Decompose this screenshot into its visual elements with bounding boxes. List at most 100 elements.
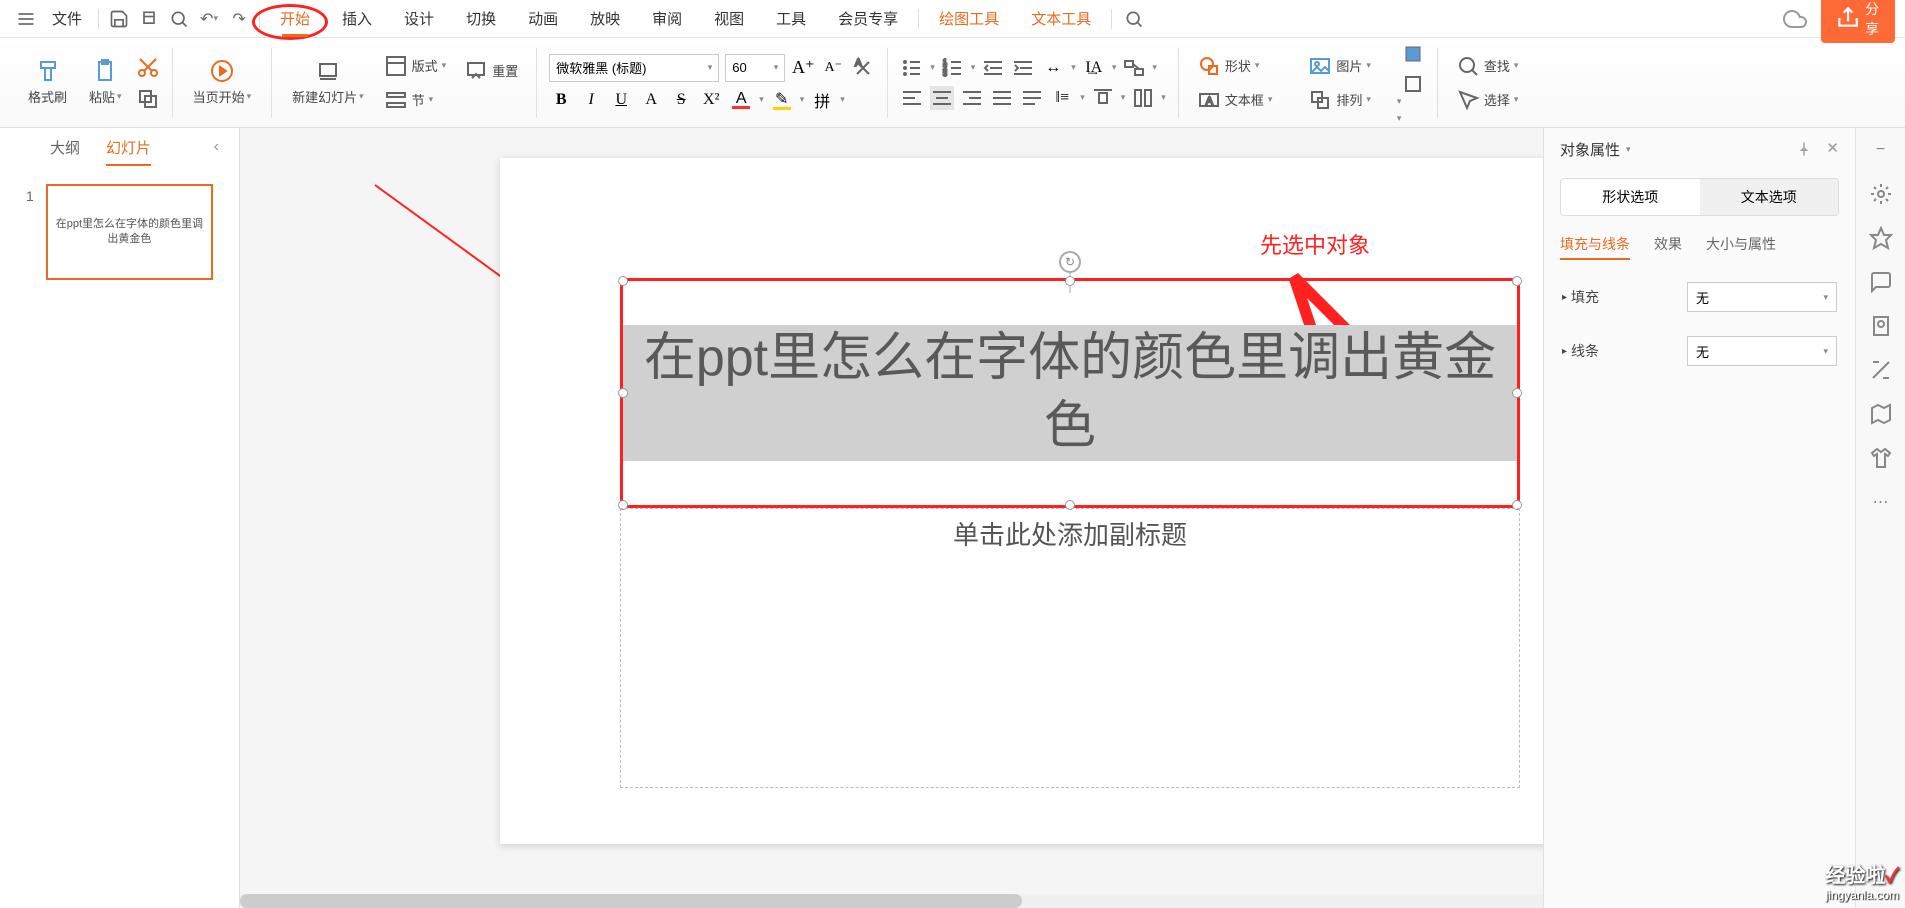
pinyin-button[interactable]: 拼 [810,88,834,112]
sidebar-skew-icon[interactable] [1869,358,1893,382]
clear-format-icon[interactable]: A [851,56,875,80]
line-spacing-icon[interactable]: ‖≡ [1050,86,1074,110]
dropdown-icon[interactable]: ▾ [759,94,764,105]
slide-thumbnail[interactable]: 1 在ppt里怎么在字体的颜色里调出黄金色 [26,184,213,280]
sidebar-map-icon[interactable] [1869,402,1893,426]
sidebar-shirt-icon[interactable] [1869,446,1893,470]
numbering-icon[interactable]: 123 [941,56,965,80]
increase-indent-icon[interactable] [1011,56,1035,80]
highlight-button[interactable]: ✎ [770,88,794,112]
picture-button[interactable]: 图片▾ [1302,52,1377,80]
section-button[interactable]: 节▾ [378,86,453,114]
dropdown-icon[interactable]: ▾ [1397,113,1425,124]
superscript-button[interactable]: X² [699,88,723,112]
font-size-select[interactable]: 60▾ [725,54,785,82]
sidebar-chat-icon[interactable] [1869,270,1893,294]
font-name-select[interactable]: 微软雅黑 (标题)▾ [549,54,719,82]
fill-select[interactable]: 无▾ [1687,282,1837,312]
tab-tools[interactable]: 工具 [760,2,822,35]
sidebar-clip-icon[interactable] [1869,314,1893,338]
copy-icon[interactable] [136,87,160,111]
tab-slideshow[interactable]: 放映 [574,2,636,35]
char-spacing-icon[interactable]: ↔ [1041,56,1065,80]
save-icon[interactable] [109,9,129,29]
collapse-icon[interactable]: ‹ [214,138,219,156]
shape-outline-icon[interactable] [1401,72,1425,96]
tab-view[interactable]: 视图 [698,2,760,35]
sidebar-settings-icon[interactable] [1869,182,1893,206]
cut-icon[interactable] [136,55,160,79]
menu-icon[interactable] [16,9,36,29]
shape-button[interactable]: 形状▾ [1191,52,1266,80]
valign-top-icon[interactable] [1091,86,1115,110]
resize-handle[interactable] [618,276,628,286]
title-text[interactable]: 在ppt里怎么在字体的颜色里调出黄金色 [623,281,1517,505]
from-current-button[interactable]: 当页开始▾ [185,57,260,108]
align-right-icon[interactable] [960,86,984,110]
fill-line-tab[interactable]: 填充与线条 [1560,234,1630,260]
tab-start[interactable]: 开始 [264,2,326,35]
bold-button[interactable]: B [549,88,573,112]
tab-drawing-tools[interactable]: 绘图工具 [923,2,1015,35]
search-icon[interactable] [1124,9,1144,29]
print-icon[interactable] [139,9,159,29]
resize-handle[interactable] [618,388,628,398]
decrease-indent-icon[interactable] [981,56,1005,80]
align-distribute-icon[interactable] [1020,86,1044,110]
undo-icon[interactable]: ↶▾ [199,9,219,29]
canvas-area[interactable]: 先选中对象 ↻ 在ppt里怎么在字体的颜色里调出黄金色 单击此处添加副标题 − [240,128,1543,908]
align-justify-icon[interactable] [990,86,1014,110]
effects-tab[interactable]: 效果 [1654,234,1682,260]
resize-handle[interactable] [1065,276,1075,286]
h-scrollbar[interactable] [240,894,1543,908]
find-button[interactable]: 查找▾ [1450,52,1525,80]
share-button[interactable]: 分享 [1821,0,1895,43]
tab-design[interactable]: 设计 [388,2,450,35]
outline-tab[interactable]: 大纲 [50,137,80,158]
tab-review[interactable]: 审阅 [636,2,698,35]
tab-animation[interactable]: 动画 [512,2,574,35]
resize-handle[interactable] [1512,276,1522,286]
arrange-button[interactable]: 排列▾ [1302,86,1377,114]
textbox-button[interactable]: A文本框▾ [1191,86,1279,114]
line-select[interactable]: 无▾ [1687,336,1837,366]
shadow-button[interactable]: A [639,88,663,112]
sidebar-more-icon[interactable]: ⋯ [1869,490,1893,514]
reset-button[interactable]: 重置 [458,56,524,84]
cloud-sync-icon[interactable] [1779,7,1811,31]
tab-transition[interactable]: 切换 [450,2,512,35]
align-center-icon[interactable] [930,86,954,110]
subtitle-textbox[interactable]: 单击此处添加副标题 [620,508,1520,788]
collapse-right-icon[interactable]: − [1869,138,1893,162]
slide[interactable]: 先选中对象 ↻ 在ppt里怎么在字体的颜色里调出黄金色 单击此处添加副标题 − [500,158,1543,844]
paste-button[interactable]: 粘贴▾ [81,57,130,108]
decrease-font-icon[interactable]: A⁻ [821,56,845,80]
file-menu[interactable]: 文件 [46,2,88,35]
font-color-button[interactable]: A [729,88,753,112]
dropdown-icon[interactable]: ▾ [800,94,805,105]
shape-options-tab[interactable]: 形状选项 [1561,179,1700,215]
print-preview-icon[interactable] [169,9,189,29]
shape-fill-icon[interactable] [1401,42,1425,66]
tab-member[interactable]: 会员专享 [822,2,914,35]
redo-icon[interactable]: ↷ [229,9,249,29]
format-painter-button[interactable]: 格式刷 [20,57,75,108]
dropdown-icon[interactable]: ▾ [840,94,845,105]
slides-tab[interactable]: 幻灯片 [106,137,151,158]
text-options-tab[interactable]: 文本选项 [1700,179,1839,215]
bullets-icon[interactable] [900,56,924,80]
layout-button[interactable]: 版式▾ [378,52,453,80]
rotate-handle[interactable]: ↻ [1059,251,1081,273]
text-direction-icon[interactable]: I͢A [1082,56,1106,80]
resize-handle[interactable] [1512,388,1522,398]
smartart-icon[interactable] [1122,56,1146,80]
tab-insert[interactable]: 插入 [326,2,388,35]
title-textbox[interactable]: ↻ 在ppt里怎么在字体的颜色里调出黄金色 [620,278,1520,508]
strike-button[interactable]: S [669,88,693,112]
new-slide-button[interactable]: 新建幻灯片▾ [284,57,372,108]
tab-text-tools[interactable]: 文本工具 [1015,2,1107,35]
columns-icon[interactable] [1131,86,1155,110]
italic-button[interactable]: I [579,88,603,112]
size-props-tab[interactable]: 大小与属性 [1706,234,1776,260]
select-button[interactable]: 选择▾ [1450,86,1525,114]
